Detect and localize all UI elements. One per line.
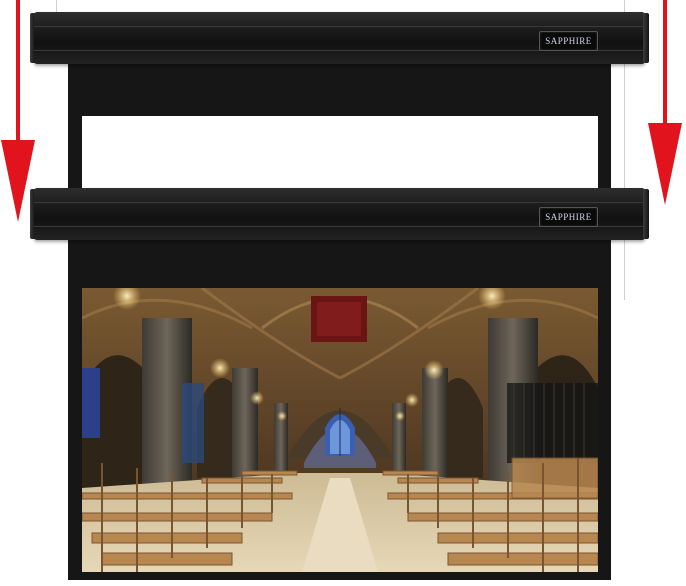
upper-screen-surface [82,116,598,188]
lower-top-drop [68,238,611,288]
upper-side-border-right [598,116,611,188]
upper-side-border-left [68,116,82,188]
lower-housing-endcap-right [643,189,649,239]
lower-side-border-right [598,288,611,574]
upper-top-drop [68,62,611,116]
brand-badge: SAPPHIRE [539,207,598,227]
projected-image [82,288,598,572]
lower-bottom-bar [68,572,611,580]
upper-housing-endcap-right [643,13,649,63]
brand-badge: SAPPHIRE [539,31,598,51]
cathedral-interior-image [82,288,598,572]
arrow-down-icon [648,0,682,205]
lower-side-border-left [68,288,82,574]
